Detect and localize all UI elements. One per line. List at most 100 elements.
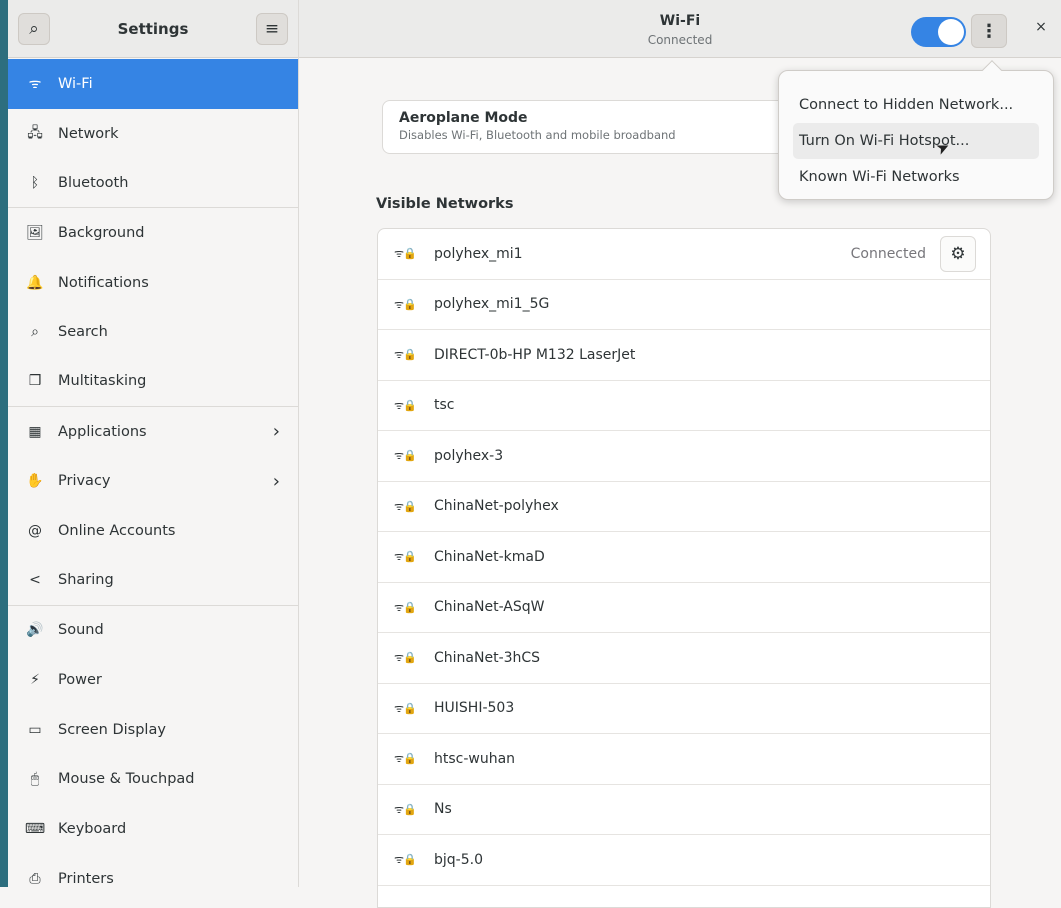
toggle-knob xyxy=(938,19,964,45)
sidebar-item-label: Wi-Fi xyxy=(58,75,93,92)
sidebar-item-bluetooth[interactable]: ᛒ Bluetooth xyxy=(8,158,298,209)
background-icon: 🖼 xyxy=(26,224,44,241)
sidebar-item-privacy[interactable]: ✋ Privacy › xyxy=(8,457,298,507)
sidebar-item-label: Sound xyxy=(58,622,104,639)
hamburger-icon: ≡ xyxy=(264,18,280,39)
network-row[interactable]: ᯤ🔒 DIRECT-0b-HP M132 LaserJet xyxy=(378,330,990,381)
sidebar-item-search[interactable]: ⌕ Search xyxy=(8,307,298,357)
sidebar-item-multitasking[interactable]: ❒ Multitasking xyxy=(8,357,298,407)
network-row[interactable]: ᯤ🔒 bjq-5.0 xyxy=(378,835,990,886)
main-menu-button[interactable]: ≡ xyxy=(256,12,288,45)
network-name: polyhex-3 xyxy=(434,447,504,464)
sidebar-item-sound[interactable]: 🔊 Sound xyxy=(8,606,298,656)
wifi-lock-icon: ᯤ🔒 xyxy=(394,297,417,311)
connection-status: Connected xyxy=(850,245,926,262)
sidebar-item-network[interactable]: 🖧 Network xyxy=(8,109,298,159)
sidebar-item-printers[interactable]: ⎙ Printers xyxy=(8,854,298,904)
wifi-lock-icon: ᯤ🔒 xyxy=(394,600,417,614)
network-row[interactable]: ᯤ🔒 ChinaNet-polyhex xyxy=(378,482,990,532)
chevron-right-icon: › xyxy=(272,470,280,492)
close-icon: × xyxy=(1035,19,1047,35)
network-name: ChinaNet-3hCS xyxy=(434,649,541,666)
network-row[interactable]: ᯤ🔒 Ns xyxy=(378,785,990,835)
bell-icon: 🔔 xyxy=(26,274,44,291)
network-name: polyhex_mi1 xyxy=(434,245,523,262)
network-name: HUISHI-503 xyxy=(434,700,515,717)
wifi-lock-icon: ᯤ🔒 xyxy=(394,550,417,564)
sidebar-item-keyboard[interactable]: ⌨ Keyboard xyxy=(8,804,298,854)
wifi-lock-icon: ᯤ🔒 xyxy=(394,701,417,715)
wifi-lock-icon: ᯤ🔒 xyxy=(394,802,417,816)
network-row[interactable]: ᯤ🔒 htsc-wuhan xyxy=(378,734,990,785)
options-popover-menu: Connect to Hidden Network... Turn On Wi-… xyxy=(778,60,1054,200)
sidebar-item-label: Screen Display xyxy=(58,721,166,738)
sidebar-list: ᯤ Wi-Fi 🖧 Network ᛒ Bluetooth 🖼 Backgrou… xyxy=(8,59,298,904)
printer-icon: ⎙ xyxy=(29,870,41,887)
sidebar-item-label: Search xyxy=(58,324,108,341)
network-settings-button[interactable]: ⚙ xyxy=(940,235,976,272)
keyboard-icon: ⌨ xyxy=(24,821,46,838)
sidebar-item-label: Applications xyxy=(58,423,147,440)
network-name: ChinaNet-kmaD xyxy=(434,548,545,565)
network-row[interactable]: ᯤ🔒 tsc xyxy=(378,381,990,431)
network-name: DIRECT-0b-HP M132 LaserJet xyxy=(434,346,636,363)
airplane-mode-title: Aeroplane Mode xyxy=(399,110,528,126)
wifi-icon: ᯤ xyxy=(28,76,42,93)
sidebar-item-wifi[interactable]: ᯤ Wi-Fi xyxy=(8,59,298,109)
network-name: htsc-wuhan xyxy=(434,750,516,767)
visible-networks-heading: Visible Networks xyxy=(376,196,514,212)
main-header: Wi-Fi Connected ⋮ × xyxy=(299,0,1061,58)
search-button[interactable]: ⌕ xyxy=(18,12,50,45)
wifi-lock-icon: ᯤ🔒 xyxy=(394,651,417,665)
apps-icon: ▦ xyxy=(28,423,42,440)
sidebar-item-label: Printers xyxy=(58,870,114,887)
network-list: ᯤ🔒 polyhex_mi1 Connected ⚙ ᯤ🔒 polyhex_mi… xyxy=(377,228,991,908)
airplane-mode-row[interactable]: Aeroplane Mode Disables Wi-Fi, Bluetooth… xyxy=(382,100,802,154)
sidebar-item-label: Keyboard xyxy=(58,821,127,838)
chevron-right-icon: › xyxy=(272,421,280,443)
sidebar-item-label: Sharing xyxy=(58,572,114,589)
network-name: Ns xyxy=(434,801,452,818)
network-row[interactable]: ᯤ🔒 ChinaNet-kmaD xyxy=(378,532,990,583)
wifi-toggle[interactable] xyxy=(911,17,966,47)
close-button[interactable]: × xyxy=(1029,19,1053,43)
settings-window: ⌕ Settings ≡ ᯤ Wi-Fi 🖧 Network ᛒ Bluetoo… xyxy=(0,0,1061,908)
sidebar-item-screen-display[interactable]: ▭ Screen Display xyxy=(8,705,298,755)
sidebar-item-label: Mouse & Touchpad xyxy=(58,771,195,788)
network-row[interactable]: ᯤ🔒 HUISHI-503 xyxy=(378,684,990,734)
network-row[interactable]: ᯤ🔒 polyhex_mi1 Connected ⚙ xyxy=(378,229,990,280)
network-icon: 🖧 xyxy=(27,124,43,141)
network-row[interactable]: ᯤ🔒 ChinaNet-3hCS xyxy=(378,633,990,684)
wifi-lock-icon: ᯤ🔒 xyxy=(394,853,417,867)
more-options-button[interactable]: ⋮ xyxy=(971,14,1007,48)
speaker-icon: 🔊 xyxy=(26,622,44,639)
network-row[interactable]: ᯤ🔒 polyhex_mi1_5G xyxy=(378,280,990,330)
sidebar-item-online-accounts[interactable]: @ Online Accounts xyxy=(8,506,298,556)
network-row[interactable]: ᯤ🔒 polyhex-3 xyxy=(378,431,990,482)
wifi-lock-icon: ᯤ🔒 xyxy=(394,247,417,261)
wifi-lock-icon: ᯤ🔒 xyxy=(394,398,417,412)
share-icon: < xyxy=(29,572,41,589)
sidebar-header: ⌕ Settings ≡ xyxy=(8,0,298,58)
menu-item-wifi-hotspot[interactable]: Turn On Wi-Fi Hotspot... xyxy=(793,123,1039,159)
hand-icon: ✋ xyxy=(26,473,44,490)
search-icon: ⌕ xyxy=(29,18,39,39)
network-row[interactable]: ᯤ🔒 ChinaNet-ASqW xyxy=(378,583,990,633)
menu-item-connect-hidden[interactable]: Connect to Hidden Network... xyxy=(795,87,1037,123)
sidebar-item-sharing[interactable]: < Sharing xyxy=(8,556,298,606)
network-name: bjq-5.0 xyxy=(434,851,483,868)
sidebar-item-mouse-touchpad[interactable]: 🖱 Mouse & Touchpad xyxy=(8,755,298,805)
sidebar-item-background[interactable]: 🖼 Background xyxy=(8,208,298,258)
sidebar-item-label: Network xyxy=(58,125,119,142)
power-icon: ⚡ xyxy=(30,672,40,689)
sidebar-item-notifications[interactable]: 🔔 Notifications xyxy=(8,258,298,308)
menu-item-known-networks[interactable]: Known Wi-Fi Networks xyxy=(795,159,1037,195)
multitasking-icon: ❒ xyxy=(28,373,42,390)
sidebar-item-power[interactable]: ⚡ Power xyxy=(8,655,298,705)
network-name: ChinaNet-ASqW xyxy=(434,599,545,616)
sidebar-item-applications[interactable]: ▦ Applications › xyxy=(8,407,298,457)
airplane-mode-subtitle: Disables Wi-Fi, Bluetooth and mobile bro… xyxy=(399,128,676,142)
gear-icon: ⚙ xyxy=(950,243,966,264)
sidebar-item-label: Background xyxy=(58,224,145,241)
sidebar-item-label: Bluetooth xyxy=(58,174,129,191)
